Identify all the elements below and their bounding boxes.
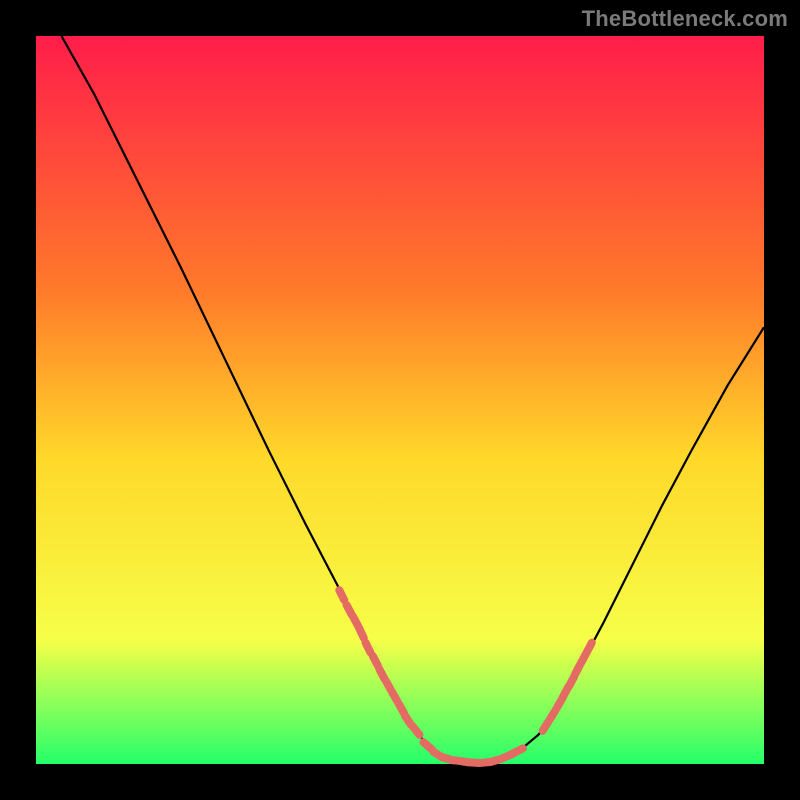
bottleneck-chart	[0, 0, 800, 800]
data-marker	[413, 726, 420, 735]
data-marker	[379, 669, 384, 679]
data-marker	[359, 628, 364, 638]
data-marker	[543, 721, 549, 730]
chart-stage: TheBottleneck.com	[0, 0, 800, 800]
data-marker	[386, 681, 391, 691]
data-marker	[550, 710, 556, 719]
plot-area	[36, 36, 764, 764]
data-marker	[392, 692, 397, 702]
watermark-label: TheBottleneck.com	[582, 6, 788, 32]
data-marker	[373, 656, 378, 666]
data-marker	[366, 643, 371, 653]
data-marker	[346, 605, 351, 615]
data-marker	[587, 643, 592, 653]
data-marker	[339, 590, 344, 600]
data-marker	[423, 742, 431, 749]
data-marker	[399, 704, 404, 714]
data-marker	[513, 748, 523, 753]
